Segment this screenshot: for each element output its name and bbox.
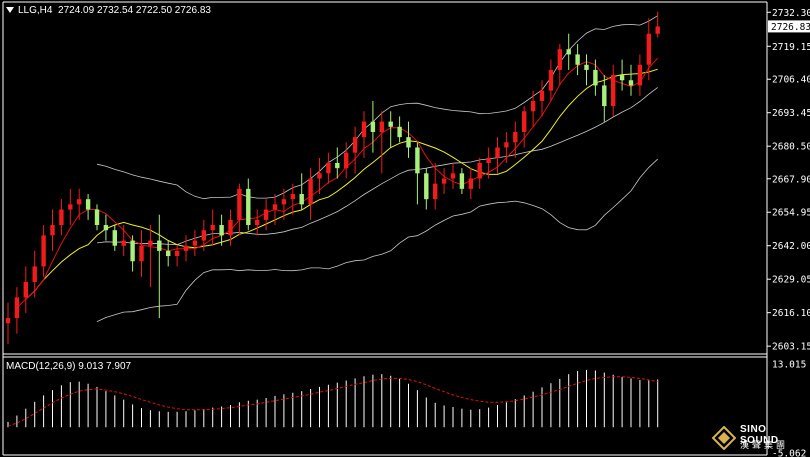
candle-body (619, 75, 625, 81)
chart-header: LLG,H4 2724.09 2732.54 2722.50 2726.83 (6, 5, 211, 16)
price-tick-label: 2642.00 (772, 241, 810, 252)
candle-body (566, 49, 571, 55)
dropdown-triangle-icon[interactable] (6, 7, 14, 14)
candle-body (59, 209, 64, 226)
candle-body (103, 225, 109, 231)
candle-body (397, 126, 402, 138)
price-tick-label: 2719.15 (772, 42, 810, 53)
candle-body (139, 245, 144, 262)
candle-body (424, 173, 429, 200)
price-tick-label: 2706.40 (772, 75, 810, 86)
candle-body (415, 147, 420, 174)
candle-body (32, 266, 37, 282)
candle-body (174, 250, 180, 257)
candle-body (326, 162, 331, 174)
candle-body (201, 230, 206, 241)
candle-body (459, 173, 465, 189)
candle-body (522, 111, 527, 132)
candle-body (584, 64, 589, 70)
candle-body (575, 54, 580, 65)
candle-body (228, 219, 233, 236)
candle-body (406, 137, 411, 148)
diamond-logo-icon (712, 426, 736, 450)
candle-body (5, 318, 11, 324)
price-tick-label: 2732.30 (772, 8, 810, 19)
candle-body (14, 297, 20, 319)
candle-body (388, 121, 393, 127)
candle-body (628, 80, 634, 86)
macd-header: MACD(12,26,9) 9.013 7.907 (6, 361, 132, 372)
candle-body (299, 194, 304, 205)
price-tick-label: 2603.15 (772, 342, 810, 353)
candle-body (272, 204, 278, 210)
candle-body (530, 100, 536, 112)
price-tick-label: 2616.10 (772, 308, 810, 319)
logo-text-cn: 漢聲集團 (740, 440, 789, 450)
candle-body (611, 75, 616, 107)
macd-tick-label: 13.015 (772, 360, 806, 371)
candle-body (246, 188, 251, 226)
candle-body (121, 240, 126, 246)
price-tick-label: 2667.90 (772, 174, 810, 185)
candle-body (352, 137, 358, 153)
candle-body (370, 121, 376, 132)
candle-body (41, 235, 46, 267)
candle-body (441, 178, 447, 184)
candle-body (23, 281, 28, 298)
candle-body (237, 188, 242, 220)
candle-body (263, 209, 269, 220)
candle-body (477, 162, 482, 179)
candle-body (255, 219, 260, 226)
candle-body (335, 162, 340, 169)
candle-body (379, 121, 384, 132)
candle-body (548, 69, 554, 91)
price-tick-label: 2693.45 (772, 108, 810, 119)
candle-body (50, 225, 55, 236)
candle-body (94, 209, 100, 226)
candle-body (539, 90, 545, 101)
price-tick-label: 2654.95 (772, 208, 810, 219)
candle-body (192, 240, 198, 246)
candle-body (361, 121, 367, 138)
trading-chart[interactable]: 2732.30 2719.15 2706.40 2693.45 2680.50 2667.… (0, 0, 810, 457)
candle-body (433, 183, 438, 200)
candle-body (148, 240, 153, 246)
candle-body (317, 173, 322, 179)
price-tick-label: 2680.50 (772, 142, 810, 153)
candle-body (166, 250, 171, 257)
candle-body (646, 33, 651, 65)
candle-body (602, 85, 607, 107)
candle-body (210, 225, 215, 231)
candle-body (77, 199, 82, 205)
candle-body (183, 245, 189, 251)
candle-body (513, 131, 518, 143)
candle-body (486, 157, 491, 163)
candle-body (504, 142, 509, 148)
candle-body (85, 199, 91, 210)
candle-body (593, 69, 598, 86)
symbol-label: LLG,H4 (18, 5, 53, 16)
candle-body (655, 26, 660, 34)
candle-body (219, 225, 224, 236)
candle-body (157, 240, 162, 251)
candle-body (468, 178, 473, 189)
ohlc-readout: 2724.09 2732.54 2722.50 2726.83 (58, 5, 211, 16)
candle-body (557, 49, 562, 70)
candle-body (112, 230, 117, 246)
candle-body (68, 204, 73, 210)
price-tick-label: 2629.05 (772, 275, 810, 286)
candle-body (308, 178, 313, 205)
candle-body (344, 152, 349, 169)
candle-body (450, 173, 456, 179)
current-price-label: 2726.83 (771, 22, 810, 33)
candle-body (495, 147, 500, 158)
candle-body (130, 240, 135, 262)
sino-sound-logo: SINO SOUND 漢聲集團 (712, 421, 808, 455)
candle-body (637, 64, 643, 86)
candle-body (290, 194, 295, 200)
candle-body (281, 199, 287, 205)
